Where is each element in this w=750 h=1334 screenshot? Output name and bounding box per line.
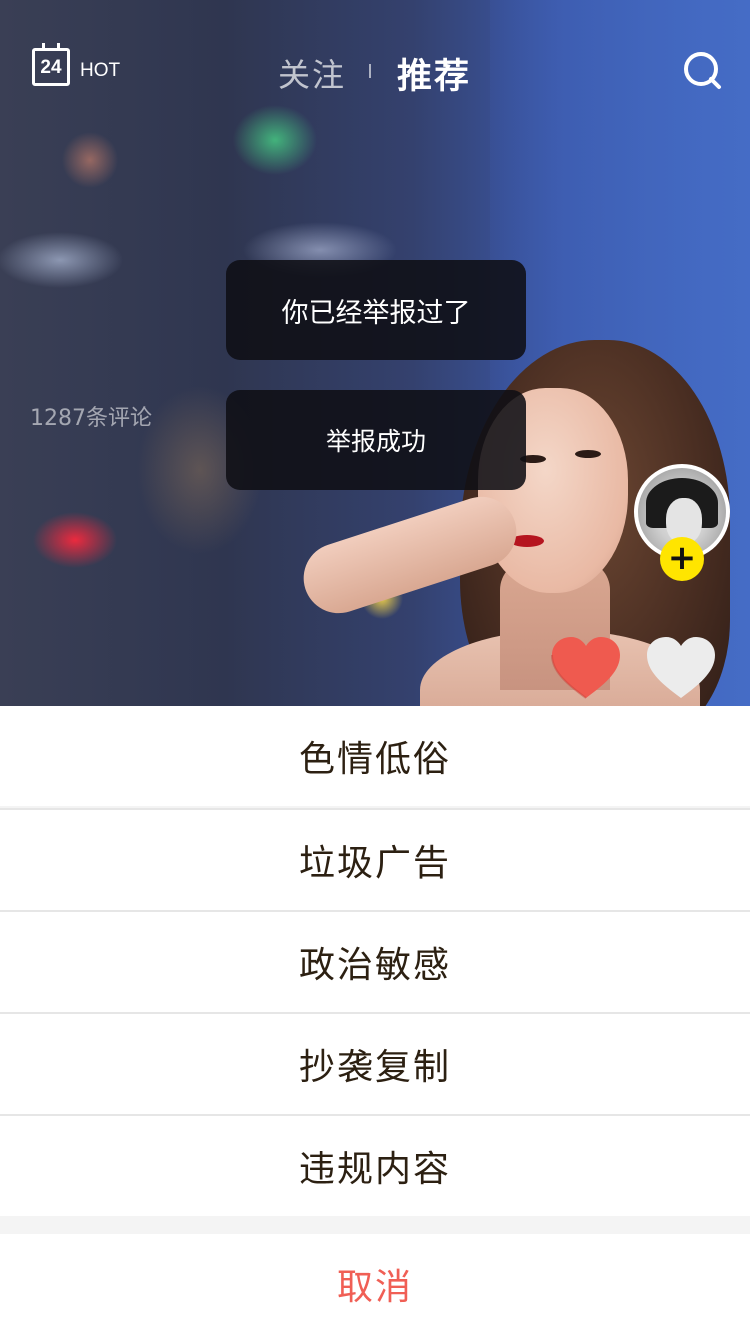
comment-count[interactable]: 1287条评论 bbox=[30, 400, 152, 432]
heart-icon[interactable] bbox=[550, 636, 622, 700]
toast-report-success: 举报成功 bbox=[226, 390, 526, 490]
report-option-label: 违规内容 bbox=[298, 1149, 451, 1190]
report-option-label: 色情低俗 bbox=[298, 739, 451, 780]
toast-text: 你已经举报过了 bbox=[281, 297, 471, 329]
cancel-button[interactable]: 取消 bbox=[0, 1234, 750, 1334]
report-action-sheet: 色情低俗 垃圾广告 政治敏感 抄袭复制 违规内容 取消 bbox=[0, 706, 750, 1334]
report-option-plagiarism[interactable]: 抄袭复制 bbox=[0, 1012, 750, 1114]
figure-eye bbox=[575, 450, 601, 458]
report-option-pornographic[interactable]: 色情低俗 bbox=[0, 706, 750, 806]
search-icon[interactable] bbox=[682, 50, 722, 90]
toast-already-reported: 你已经举报过了 bbox=[226, 260, 526, 360]
report-option-political[interactable]: 政治敏感 bbox=[0, 910, 750, 1012]
calendar-icon[interactable]: 24 bbox=[32, 43, 70, 86]
toast-text: 举报成功 bbox=[325, 427, 426, 456]
report-option-spam[interactable]: 垃圾广告 bbox=[0, 808, 750, 910]
calendar-day: 24 bbox=[40, 57, 62, 78]
report-option-label: 政治敏感 bbox=[298, 945, 451, 986]
report-option-label: 抄袭复制 bbox=[298, 1047, 451, 1088]
tab-divider bbox=[369, 64, 371, 78]
tab-recommend[interactable]: 推荐 bbox=[397, 48, 471, 99]
heart-icon[interactable] bbox=[645, 636, 717, 700]
tab-follow[interactable]: 关注 bbox=[278, 50, 346, 96]
report-option-label: 垃圾广告 bbox=[298, 843, 451, 884]
cancel-label: 取消 bbox=[336, 1267, 413, 1308]
hot-label[interactable]: HOT bbox=[80, 60, 120, 82]
report-option-violation[interactable]: 违规内容 bbox=[0, 1114, 750, 1216]
plus-icon[interactable]: + bbox=[660, 537, 704, 581]
